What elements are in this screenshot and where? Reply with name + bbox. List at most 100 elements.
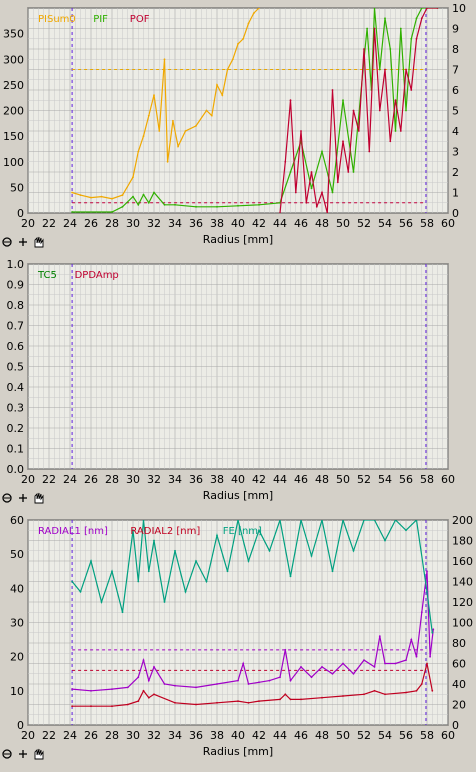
data-point	[90, 705, 92, 708]
data-point	[147, 696, 150, 699]
x-tick-label: 50	[336, 729, 350, 742]
data-point	[258, 681, 260, 684]
data-point	[237, 43, 239, 45]
x-tick-label: 22	[42, 473, 56, 486]
y-tick-label-left: 1.0	[7, 258, 25, 271]
x-tick-label: 56	[399, 729, 413, 742]
data-point	[389, 48, 392, 50]
hand-pan-icon[interactable]	[34, 492, 44, 504]
data-point	[71, 191, 73, 194]
y-tick-label-right: 2	[452, 166, 459, 179]
data-point	[394, 520, 397, 521]
data-point	[279, 698, 281, 701]
data-point	[237, 679, 239, 682]
data-point	[384, 539, 386, 542]
data-point	[378, 635, 381, 638]
data-point	[71, 580, 73, 583]
y-tick-label-left: 0.3	[7, 402, 25, 415]
y-tick-label-right: 7	[452, 64, 459, 77]
data-point	[321, 191, 323, 194]
zoom-icon[interactable]	[2, 237, 12, 247]
crosshair-icon[interactable]	[19, 494, 27, 502]
data-point	[90, 689, 92, 692]
data-point	[121, 194, 124, 197]
data-point	[111, 705, 113, 708]
data-point	[279, 520, 281, 521]
x-tick-label: 52	[357, 473, 371, 486]
x-tick-label: 24	[63, 217, 77, 230]
data-point	[71, 688, 73, 690]
x-tick-label: 26	[84, 729, 98, 742]
grid	[27, 263, 449, 470]
data-point	[237, 700, 239, 702]
x-axis-label: Radius [mm]	[203, 233, 273, 246]
data-point	[426, 590, 428, 593]
chart-svg-2: TC5 DPDAmp0.00.10.20.30.40.50.60.70.80.91…	[2, 258, 455, 504]
x-tick-label: 54	[378, 473, 392, 486]
data-point	[90, 196, 92, 199]
data-point	[399, 130, 402, 132]
data-point	[289, 679, 292, 682]
data-point	[142, 659, 145, 661]
x-tick-label: 40	[231, 729, 245, 742]
crosshair-icon[interactable]	[19, 750, 27, 758]
hand-pan-icon[interactable]	[34, 236, 44, 248]
data-point	[426, 8, 428, 9]
data-point	[242, 37, 245, 40]
hand-pan-icon[interactable]	[34, 748, 44, 760]
x-tick-label: 54	[378, 217, 392, 230]
x-tick-label: 52	[357, 217, 371, 230]
data-point	[310, 187, 313, 190]
hand-shape	[34, 492, 44, 504]
x-tick-label: 50	[336, 473, 350, 486]
legend-entry: PIF	[93, 14, 108, 25]
x-tick-label: 28	[105, 729, 119, 742]
x-tick-label: 46	[294, 217, 308, 230]
zoom-icon[interactable]	[2, 749, 12, 759]
data-point	[410, 89, 413, 91]
data-point	[399, 27, 402, 30]
data-point	[153, 666, 155, 668]
data-point	[420, 8, 423, 9]
legend-entry: RADIAL1 [nm]	[38, 526, 108, 537]
zoom-icon[interactable]	[2, 493, 12, 503]
data-point	[373, 8, 376, 9]
data-point	[352, 672, 355, 675]
data-point	[363, 48, 365, 50]
data-point	[195, 560, 197, 562]
data-point	[166, 160, 169, 163]
data-point	[258, 8, 260, 9]
y-tick-label-left: 150	[3, 130, 24, 143]
data-point	[347, 171, 350, 173]
data-point	[300, 666, 302, 668]
data-point	[142, 135, 145, 138]
chart-toolbar	[2, 492, 44, 504]
x-tick-label: 58	[420, 473, 434, 486]
data-point	[373, 27, 376, 30]
chart-panel-3: RADIAL1 [nm] RADIAL2 [nm] FE [nm] 0 10 20 30 40…	[0, 512, 476, 768]
data-point	[79, 194, 82, 197]
data-point	[331, 570, 334, 573]
data-point	[321, 696, 323, 699]
crosshair-icon[interactable]	[19, 238, 27, 246]
data-point	[258, 700, 260, 702]
data-point	[426, 662, 428, 665]
data-point	[284, 648, 287, 651]
data-point	[405, 68, 407, 71]
data-point	[373, 666, 376, 668]
x-tick-label: 38	[210, 473, 224, 486]
data-point	[111, 211, 113, 213]
y-tick-label-right: 5	[452, 105, 459, 118]
data-point	[147, 679, 150, 682]
data-point	[142, 689, 145, 692]
data-point	[247, 22, 250, 25]
y-tick-label-left: 100	[3, 156, 24, 169]
legend-entry: POF	[130, 14, 150, 25]
data-point	[405, 109, 407, 112]
data-point	[221, 94, 224, 96]
chart-svg-3: RADIAL1 [nm] RADIAL2 [nm] FE [nm]010203040…	[2, 514, 473, 760]
x-tick-label: 48	[315, 217, 329, 230]
x-tick-label: 46	[294, 473, 308, 486]
y-tick-label-left: 0.8	[7, 299, 25, 312]
data-point	[289, 171, 292, 173]
